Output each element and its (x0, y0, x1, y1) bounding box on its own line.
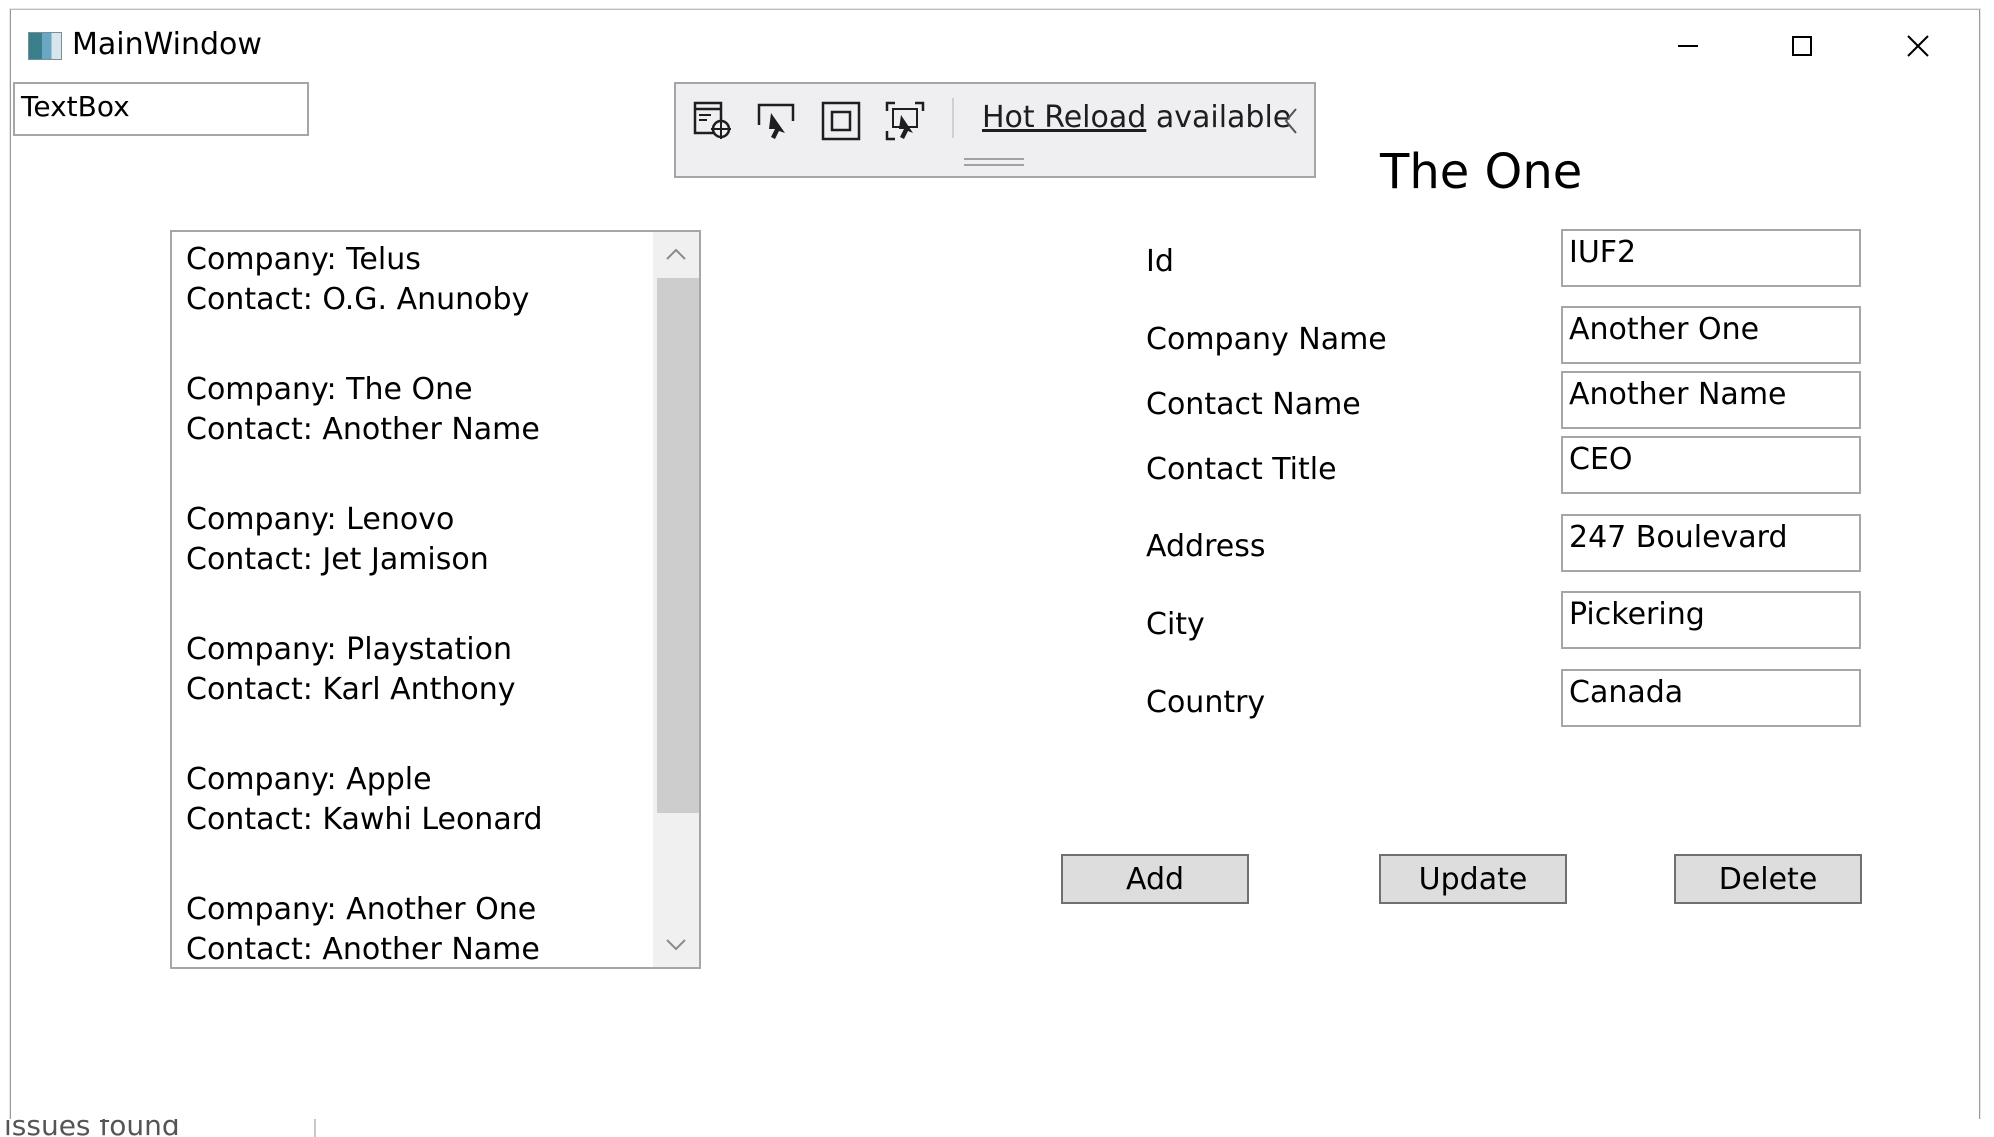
list-item[interactable]: Company: Telus Contact: O.G. Anunoby (186, 240, 656, 370)
list-item-contact: Contact: O.G. Anunoby (186, 282, 530, 317)
label-address: Address (1146, 529, 1266, 564)
input-country[interactable]: Canada (1561, 669, 1861, 727)
maximize-button[interactable] (1756, 20, 1848, 72)
list-item[interactable]: Company: Apple Contact: Kawhi Leonard (186, 760, 656, 890)
list-item-contact: Contact: Kawhi Leonard (186, 802, 543, 837)
label-contact-name: Contact Name (1146, 387, 1361, 422)
list-item-company: Company: Lenovo (186, 502, 455, 537)
hot-reload-toolbar: Hot Reload available (674, 82, 1316, 178)
input-contact-title[interactable]: CEO (1561, 436, 1861, 494)
delete-button[interactable]: Delete (1674, 854, 1862, 904)
input-city[interactable]: Pickering (1561, 591, 1861, 649)
hot-reload-status: Hot Reload available (982, 100, 1291, 135)
pointer-select-icon (757, 103, 795, 139)
company-list[interactable]: Company: Telus Contact: O.G. Anunoby Com… (170, 230, 701, 969)
chevron-up-icon (666, 248, 686, 260)
input-address[interactable]: 247 Boulevard (1561, 514, 1861, 572)
list-item[interactable]: Company: Lenovo Contact: Jet Jamison (186, 500, 656, 630)
list-item-company: Company: The One (186, 372, 473, 407)
display-layout-adorners-icon (821, 101, 861, 141)
scroll-up-button[interactable] (653, 234, 699, 274)
list-item-company: Company: Playstation (186, 632, 512, 667)
minimize-button[interactable] (1642, 20, 1734, 72)
collapse-toolbar-button[interactable] (1276, 104, 1306, 138)
list-item-company: Company: Telus (186, 242, 421, 277)
label-company-name: Company Name (1146, 322, 1387, 357)
display-adorners-button[interactable] (816, 96, 866, 146)
text-box[interactable]: TextBox (13, 82, 309, 136)
track-focused-element-button[interactable] (880, 96, 930, 146)
list-item-company: Company: Apple (186, 762, 432, 797)
scroll-thumb[interactable] (657, 278, 699, 813)
select-element-icon (693, 101, 731, 139)
input-id[interactable]: IUF2 (1561, 229, 1861, 287)
select-element-button[interactable] (688, 96, 738, 146)
input-contact-name[interactable]: Another Name (1561, 371, 1861, 429)
window-title: MainWindow (72, 27, 262, 62)
label-country: Country (1146, 685, 1266, 720)
list-scrollbar[interactable] (653, 232, 699, 967)
label-contact-title: Contact Title (1146, 452, 1337, 487)
list-item-contact: Contact: Another Name (186, 932, 540, 967)
maximize-icon (1792, 36, 1812, 56)
toolbar-drag-handle[interactable] (964, 158, 1024, 166)
list-item[interactable]: Company: Playstation Contact: Karl Antho… (186, 630, 656, 760)
list-item-contact: Contact: Karl Anthony (186, 672, 516, 707)
track-focused-element-icon (885, 101, 925, 141)
label-id: Id (1146, 244, 1174, 279)
list-item-company: Company: Another One (186, 892, 537, 927)
close-icon (1907, 35, 1929, 57)
list-item-contact: Contact: Another Name (186, 412, 540, 447)
hot-reload-suffix: available (1146, 100, 1292, 135)
selected-company-heading: The One (1380, 144, 1583, 200)
list-item[interactable]: Company: Another One Contact: Another Na… (186, 890, 656, 967)
minimize-icon (1678, 45, 1698, 47)
list-item[interactable]: Company: The One Contact: Another Name (186, 370, 656, 500)
pointer-select-button[interactable] (752, 96, 802, 146)
add-button[interactable]: Add (1061, 854, 1249, 904)
status-text: issues found (4, 1119, 180, 1137)
chevron-left-icon (1284, 108, 1297, 134)
status-separator (314, 1119, 316, 1137)
label-city: City (1146, 607, 1205, 642)
hot-reload-link[interactable]: Hot Reload (982, 100, 1146, 135)
close-button[interactable] (1872, 20, 1964, 72)
scroll-down-button[interactable] (653, 925, 699, 965)
update-button[interactable]: Update (1379, 854, 1567, 904)
input-company-name[interactable]: Another One (1561, 306, 1861, 364)
list-item-contact: Contact: Jet Jamison (186, 542, 489, 577)
toolbar-separator (952, 98, 954, 138)
app-icon (28, 32, 62, 60)
chevron-down-icon (666, 939, 686, 951)
status-strip: issues found (0, 1119, 1994, 1137)
